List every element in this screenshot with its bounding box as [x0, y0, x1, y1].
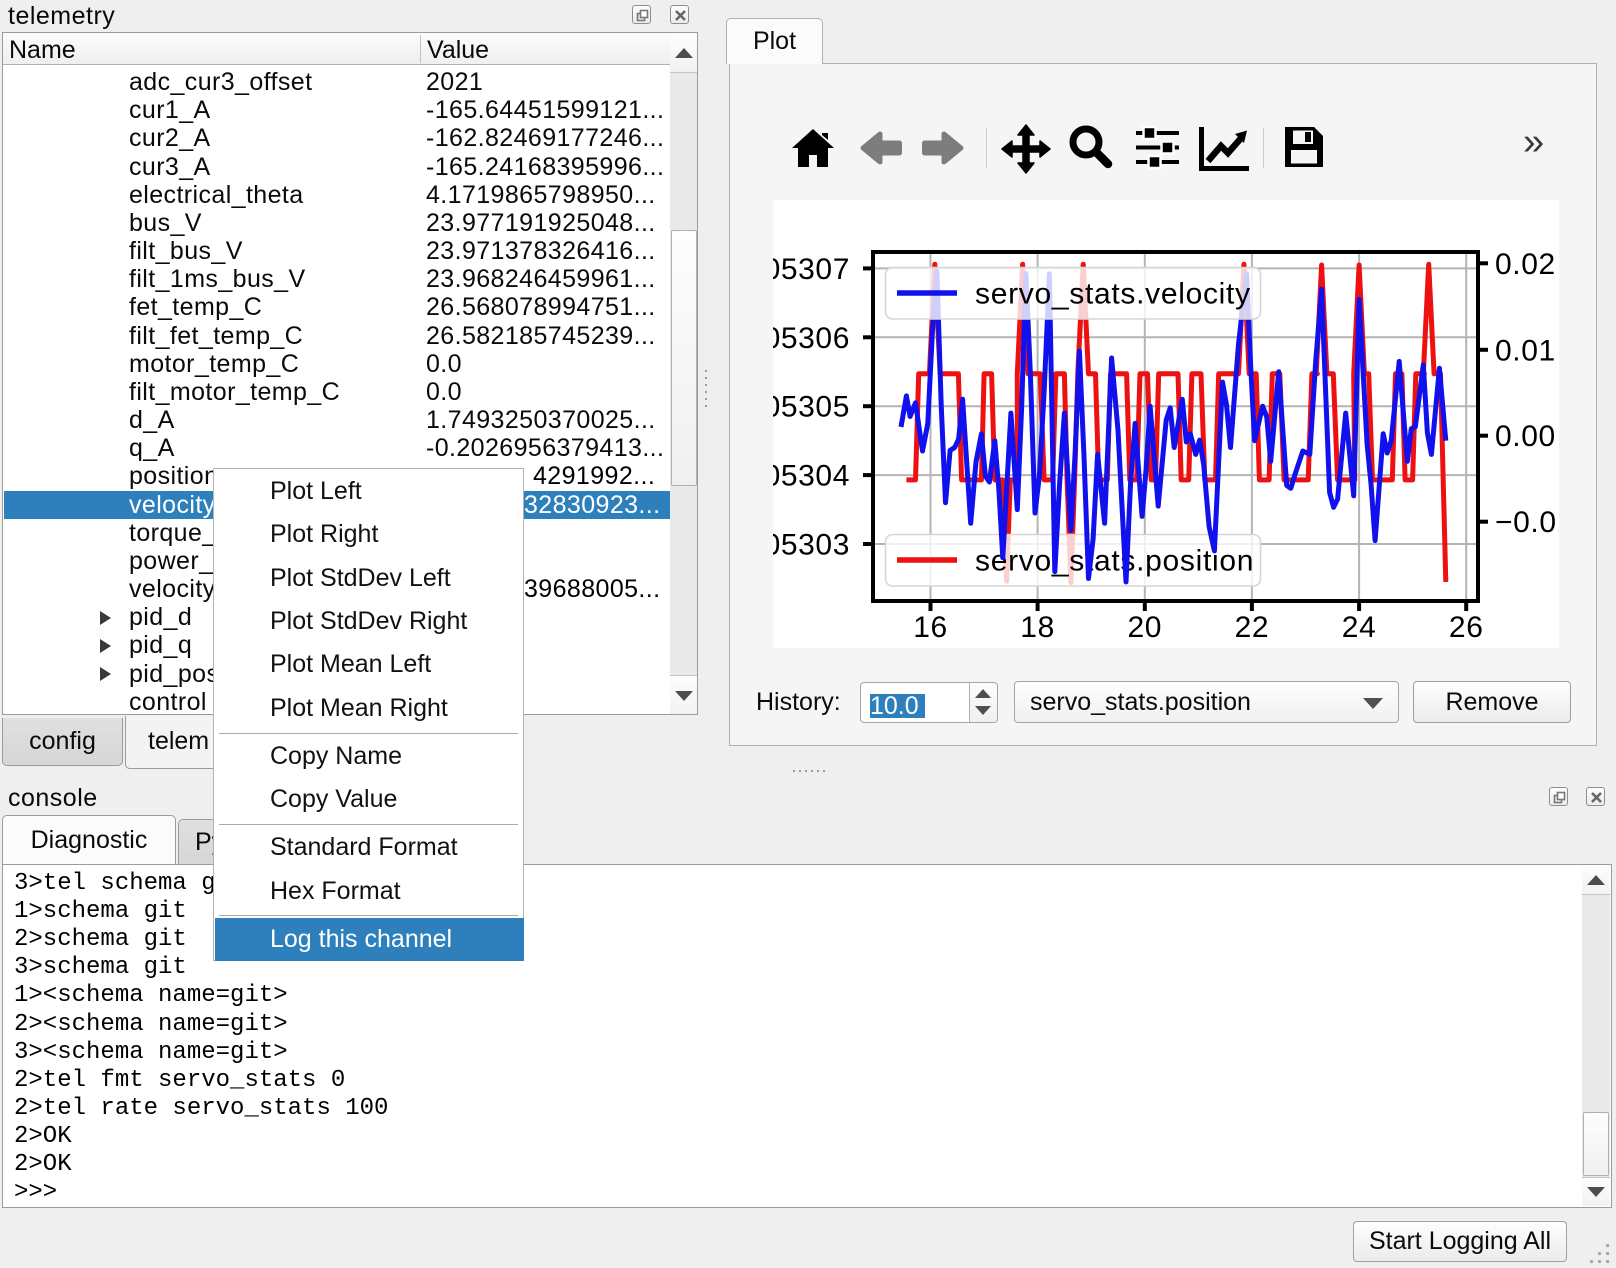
- svg-text:0.01: 0.01: [1495, 334, 1556, 367]
- svg-text:16: 16: [913, 611, 948, 644]
- svg-text:05305: 05305: [773, 391, 850, 424]
- svg-text:22: 22: [1235, 611, 1270, 644]
- svg-text:18: 18: [1020, 611, 1055, 644]
- svg-text:20: 20: [1128, 611, 1163, 644]
- svg-text:26: 26: [1449, 611, 1484, 644]
- svg-text:servo_stats.velocity: servo_stats.velocity: [975, 278, 1251, 311]
- svg-text:05303: 05303: [773, 529, 850, 562]
- svg-text:05304: 05304: [773, 460, 850, 493]
- svg-text:0.00: 0.00: [1495, 420, 1556, 453]
- svg-text:0.02: 0.02: [1495, 248, 1556, 281]
- svg-text:05307: 05307: [773, 253, 850, 286]
- svg-text:05306: 05306: [773, 322, 850, 355]
- svg-text:−0.01: −0.01: [1495, 506, 1559, 539]
- svg-text:24: 24: [1342, 611, 1377, 644]
